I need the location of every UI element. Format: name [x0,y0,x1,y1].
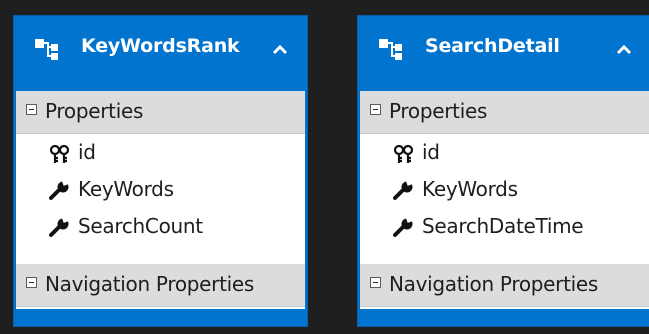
property-row-searchcount[interactable]: SearchCount [16,211,305,245]
entity-type-icon [35,39,58,60]
chevron-up-icon[interactable] [272,44,288,54]
wrench-icon [393,181,415,200]
property-name: SearchDateTime [422,214,584,238]
entity-keywordsrank[interactable]: KeyWordsRank Properties id KeyWords Sear… [13,15,308,327]
entity-header[interactable]: KeyWordsRank [14,16,307,91]
navigation-section-header[interactable]: Navigation Properties [360,264,649,307]
properties-section-header[interactable]: Properties [360,91,649,134]
collapse-toggle-icon[interactable] [370,277,381,288]
property-name: id [78,140,96,164]
properties-section-label: Properties [389,99,488,123]
key-icon [49,144,70,163]
chevron-up-icon[interactable] [616,44,632,54]
property-row-id[interactable]: id [16,137,305,171]
collapse-toggle-icon[interactable] [370,104,381,115]
property-row-keywords[interactable]: KeyWords [360,174,649,208]
navigation-section-header[interactable]: Navigation Properties [16,264,305,307]
wrench-icon [49,218,71,237]
property-name: KeyWords [78,177,174,201]
properties-section-label: Properties [45,99,144,123]
properties-section-header[interactable]: Properties [16,91,305,134]
property-name: KeyWords [422,177,518,201]
entity-type-icon [379,39,402,60]
key-icon [393,144,414,163]
property-name: id [422,140,440,164]
navigation-section-label: Navigation Properties [45,272,255,296]
property-row-id[interactable]: id [360,137,649,171]
navigation-section-label: Navigation Properties [389,272,599,296]
collapse-toggle-icon[interactable] [26,104,37,115]
entity-body: Properties id KeyWords [360,91,649,309]
property-row-searchdatetime[interactable]: SearchDateTime [360,211,649,245]
entity-title: SearchDetail [425,35,560,57]
collapse-toggle-icon[interactable] [26,277,37,288]
entity-body: Properties id KeyWords [16,91,305,309]
entity-header[interactable]: SearchDetail [358,16,649,91]
entity-title: KeyWordsRank [81,35,240,57]
property-name: SearchCount [78,214,203,238]
property-row-keywords[interactable]: KeyWords [16,174,305,208]
wrench-icon [393,218,415,237]
entity-searchdetail[interactable]: SearchDetail Properties id KeyWords Sear… [357,15,649,327]
wrench-icon [49,181,71,200]
